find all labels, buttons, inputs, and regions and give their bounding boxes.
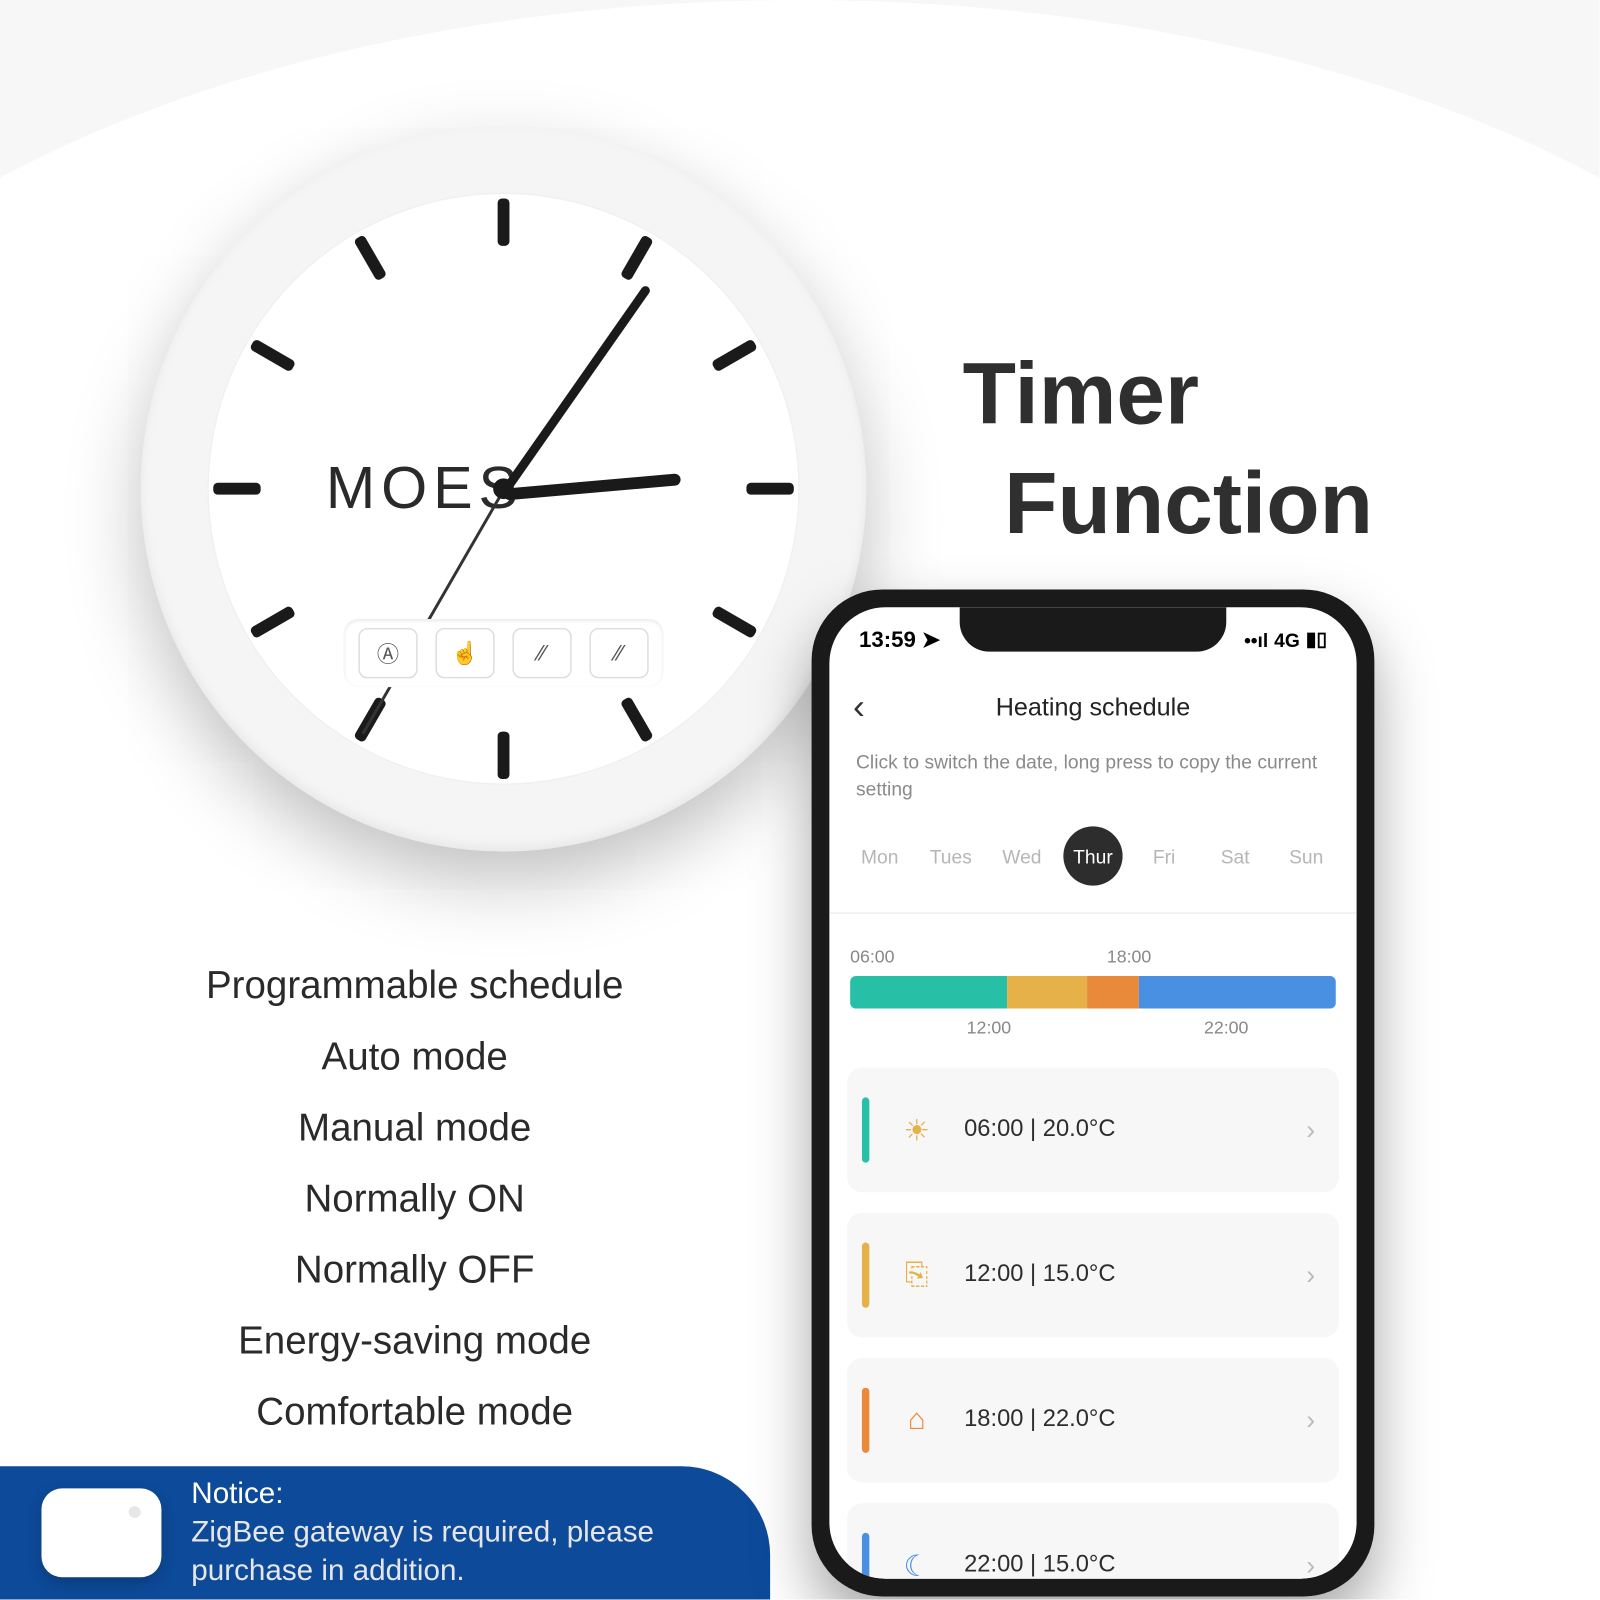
schedule-row[interactable]: ⎘ 12:00 | 15.0°C › xyxy=(847,1213,1339,1337)
timeline-label: 12:00 xyxy=(967,1018,1011,1039)
feature-item: Programmable schedule xyxy=(89,963,741,1009)
heading-line-1: Timer xyxy=(963,341,1373,450)
feature-item: Normally OFF xyxy=(89,1247,741,1293)
day-mon[interactable]: Mon xyxy=(850,827,909,886)
normally-on-icon: ⁄⁄ xyxy=(512,628,571,678)
moon-icon: ☾ xyxy=(896,1547,937,1578)
day-tues[interactable]: Tues xyxy=(921,827,980,886)
normally-off-icon: ⁄⁄ xyxy=(589,628,648,678)
feature-item: Manual mode xyxy=(89,1105,741,1151)
timeline: 06:00 18:00 12:00 22:00 xyxy=(829,914,1356,1053)
feature-item: Comfortable mode xyxy=(89,1389,741,1435)
timeline-label: 22:00 xyxy=(1204,1018,1248,1039)
heading-line-2: Function xyxy=(1004,450,1373,559)
clock-face: MOES Ⓐ ☝ ⁄⁄ ⁄⁄ xyxy=(141,126,867,852)
chevron-right-icon: › xyxy=(1306,1260,1315,1291)
notice-title: Notice: xyxy=(191,1475,740,1514)
day-thur[interactable]: Thur xyxy=(1063,827,1122,886)
schedule-row[interactable]: ☾ 22:00 | 15.0°C › xyxy=(847,1504,1339,1579)
gateway-image xyxy=(41,1488,161,1577)
notice-body: ZigBee gateway is required, please purch… xyxy=(191,1514,740,1591)
day-wed[interactable]: Wed xyxy=(992,827,1051,886)
clock-second-hand xyxy=(362,489,505,734)
timeline-bar[interactable] xyxy=(850,977,1336,1010)
days-selector: Mon Tues Wed Thur Fri Sat Sun xyxy=(829,818,1356,914)
phone-mockup: 13:59 ➤ ••ıl 4G ▮▯ ‹ Heating schedule Cl… xyxy=(812,589,1375,1596)
timeline-label: 18:00 xyxy=(1107,947,1151,968)
timeline-label: 06:00 xyxy=(850,947,894,968)
back-button[interactable]: ‹ xyxy=(853,687,889,728)
sun-icon: ☀ xyxy=(896,1112,937,1149)
feature-item: Auto mode xyxy=(89,1034,741,1080)
schedule-row[interactable]: ☀ 06:00 | 20.0°C › xyxy=(847,1068,1339,1192)
day-fri[interactable]: Fri xyxy=(1134,827,1193,886)
home-icon: ⌂ xyxy=(896,1404,937,1438)
auto-mode-icon: Ⓐ xyxy=(358,628,417,678)
feature-item: Normally ON xyxy=(89,1176,741,1222)
door-icon: ⎘ xyxy=(896,1259,937,1293)
schedule-row[interactable]: ⌂ 18:00 | 22.0°C › xyxy=(847,1359,1339,1483)
hint-text: Click to switch the date, long press to … xyxy=(829,743,1356,818)
day-sun[interactable]: Sun xyxy=(1277,827,1336,886)
feature-item: Energy-saving mode xyxy=(89,1318,741,1364)
status-time: 13:59 xyxy=(859,627,916,652)
feature-list: Programmable schedule Auto mode Manual m… xyxy=(89,963,741,1461)
battery-icon: ▮▯ xyxy=(1306,628,1327,652)
main-heading: Timer Function xyxy=(963,341,1373,559)
location-icon: ➤ xyxy=(922,626,941,653)
clock-hour-hand xyxy=(503,473,681,500)
day-sat[interactable]: Sat xyxy=(1206,827,1265,886)
signal-icon: ••ıl xyxy=(1244,629,1268,651)
network-label: 4G xyxy=(1274,629,1300,651)
chevron-right-icon: › xyxy=(1306,1405,1315,1436)
chevron-right-icon: › xyxy=(1306,1115,1315,1146)
clock-minute-hand xyxy=(500,284,652,495)
manual-mode-icon: ☝ xyxy=(435,628,494,678)
screen-title: Heating schedule xyxy=(996,693,1191,723)
notice-bar: Notice: ZigBee gateway is required, plea… xyxy=(0,1466,770,1599)
chevron-right-icon: › xyxy=(1306,1550,1315,1578)
